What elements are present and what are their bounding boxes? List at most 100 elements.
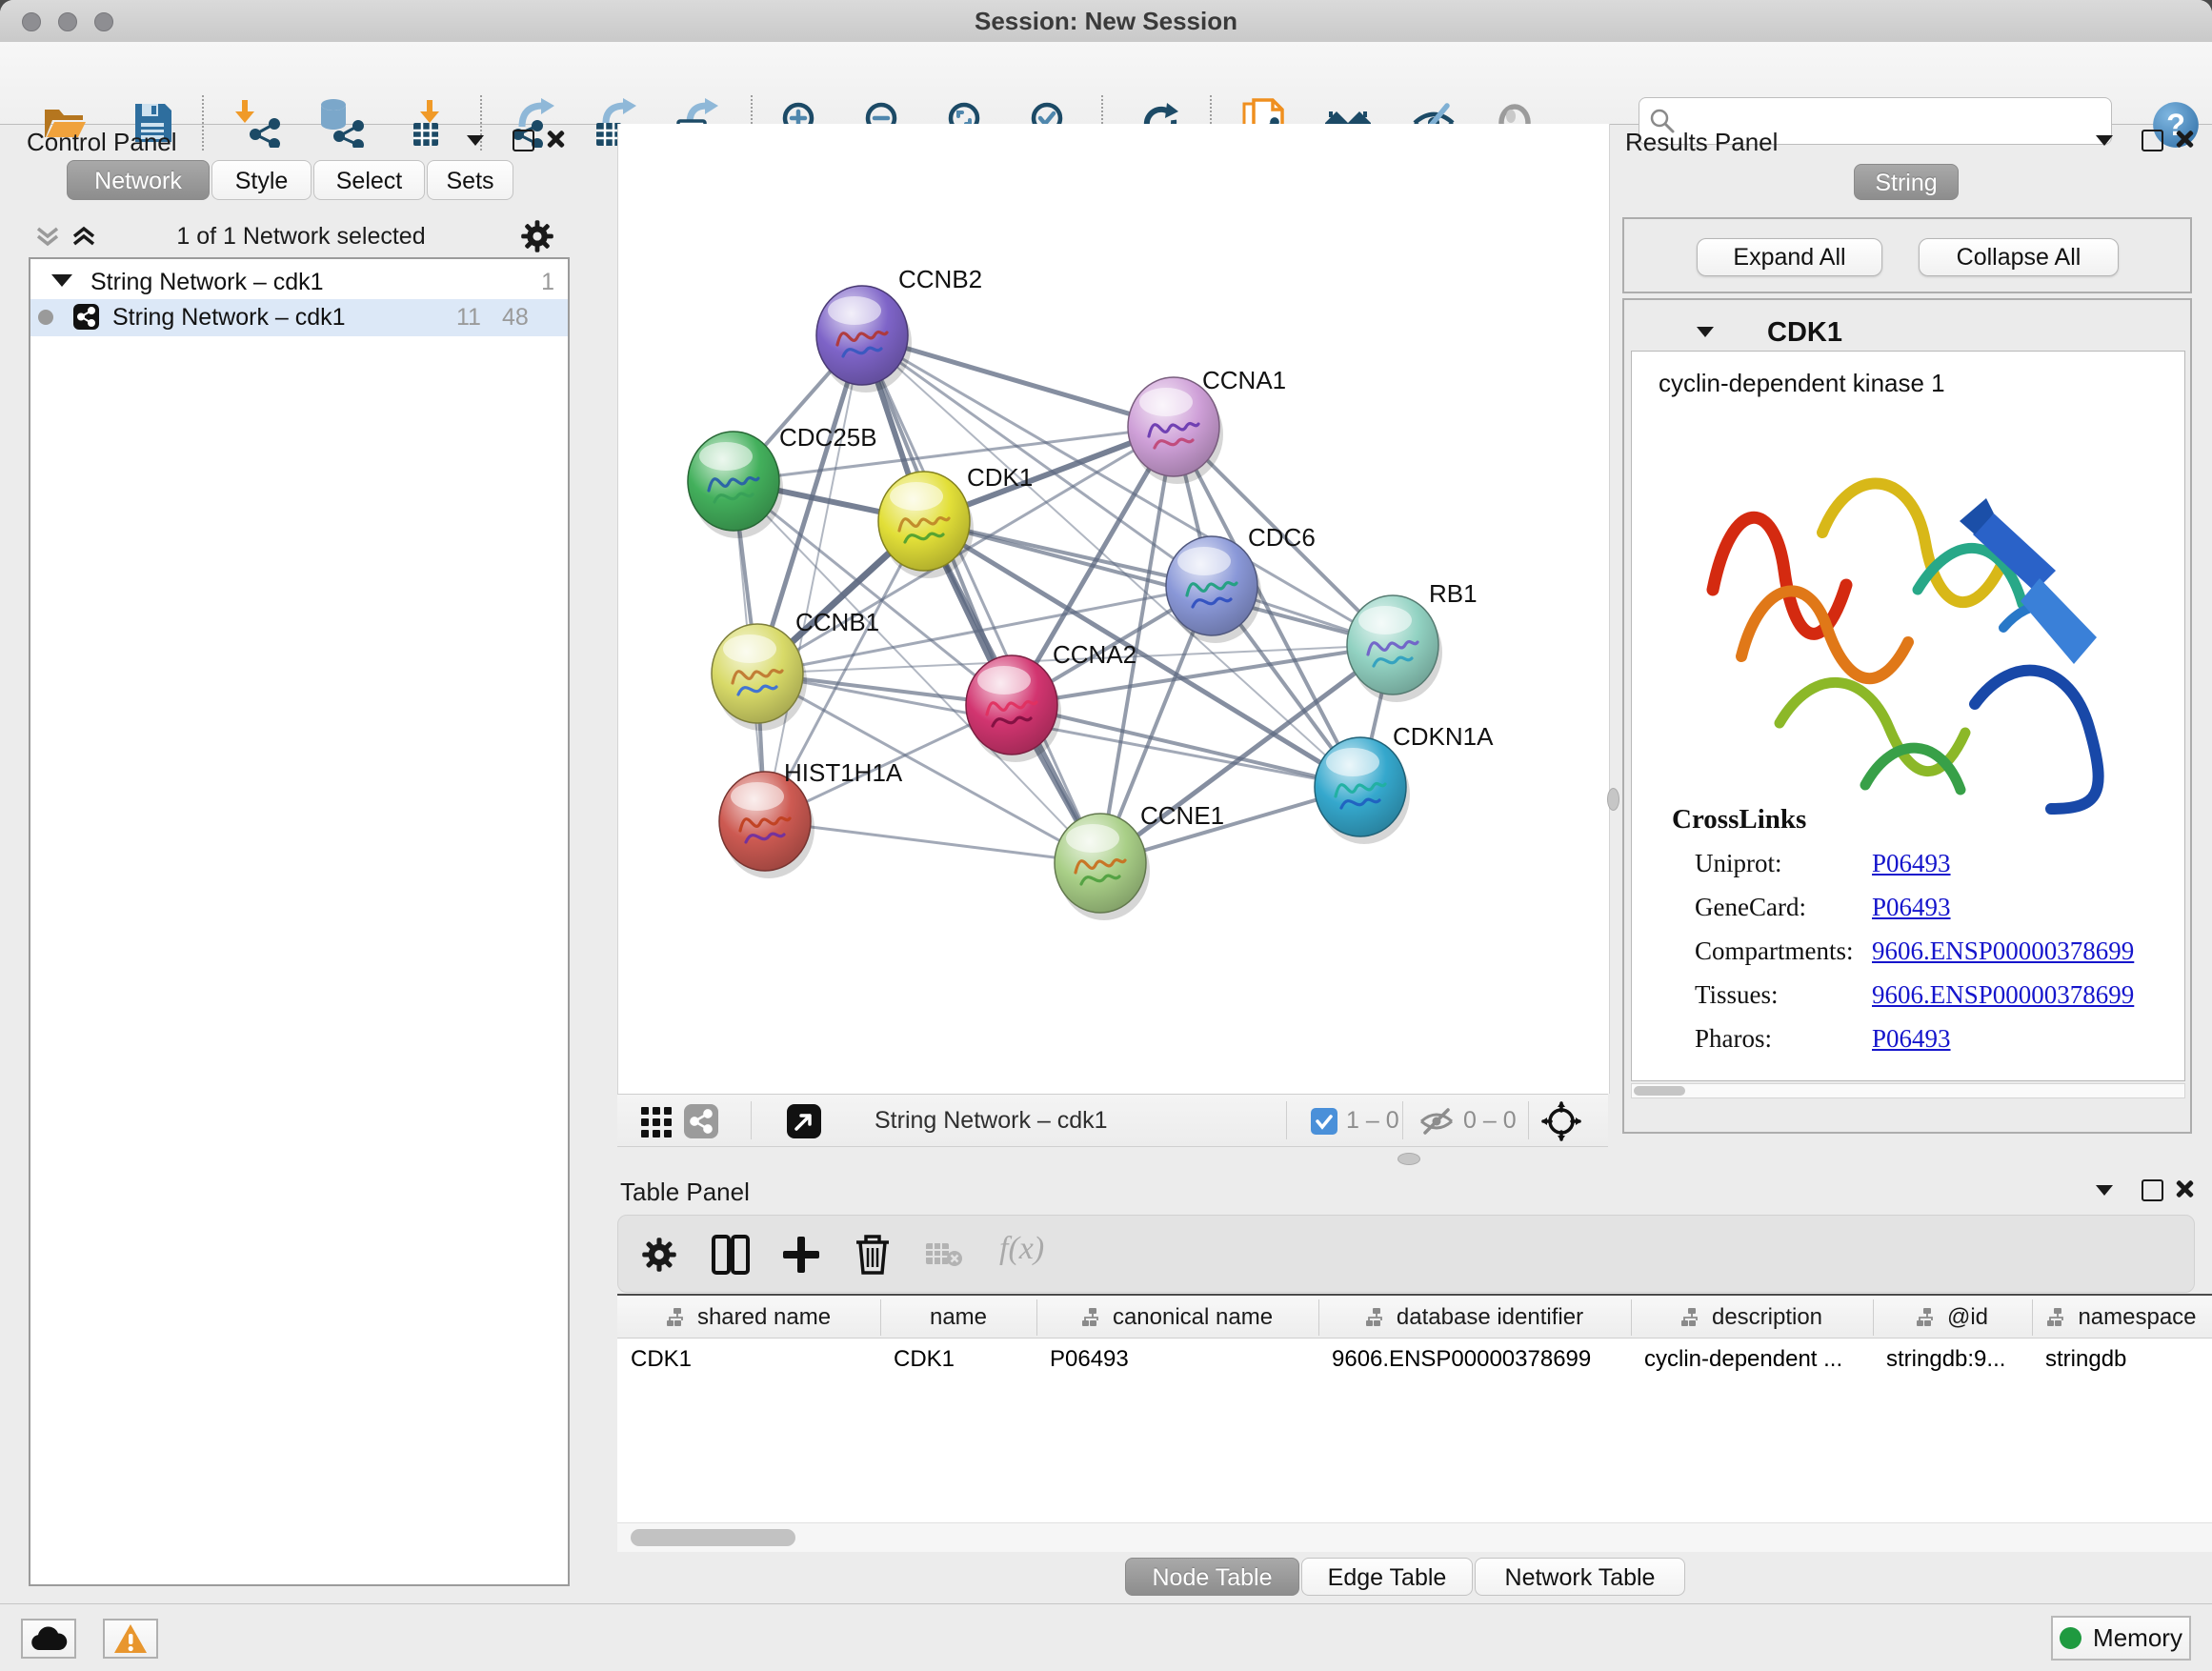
node-label: CCNB1 bbox=[795, 608, 879, 636]
table-cell[interactable]: stringdb:9... bbox=[1886, 1346, 2028, 1379]
import-network-icon[interactable] bbox=[234, 98, 284, 148]
function-builder-icon: f(x) bbox=[999, 1231, 1044, 1267]
protein-structure-image bbox=[1689, 409, 2137, 847]
tab-node-table[interactable]: Node Table bbox=[1125, 1558, 1299, 1596]
column-type-icon bbox=[1917, 1308, 1938, 1327]
crosslink-value[interactable]: 9606.ENSP00000378699 bbox=[1872, 936, 2134, 966]
table-scrollbar-thumb[interactable] bbox=[631, 1529, 795, 1546]
title-bar: Session: New Session bbox=[0, 0, 2212, 43]
table-cell[interactable]: cyclin-dependent ... bbox=[1644, 1346, 1869, 1379]
table-options-gear-icon[interactable] bbox=[641, 1237, 677, 1273]
table-panel-close-icon[interactable] bbox=[2174, 1178, 2195, 1204]
column-header-name[interactable]: name bbox=[880, 1296, 1036, 1339]
tab-network-table[interactable]: Network Table bbox=[1475, 1558, 1685, 1596]
control-panel-close-icon[interactable] bbox=[545, 129, 566, 154]
network-collection-count: 1 bbox=[541, 269, 554, 296]
column-header-namespace[interactable]: namespace bbox=[2032, 1296, 2212, 1339]
import-database-icon[interactable] bbox=[316, 98, 366, 148]
column-header-description[interactable]: description bbox=[1631, 1296, 1873, 1339]
status-bar: Memory bbox=[0, 1603, 2212, 1671]
delete-column-icon[interactable] bbox=[855, 1234, 891, 1276]
selected-nodes-checkbox-icon[interactable] bbox=[1311, 1108, 1337, 1135]
tab-style[interactable]: Style bbox=[211, 160, 312, 200]
table-cell[interactable]: P06493 bbox=[1050, 1346, 1315, 1379]
application-window: Session: New Session ? Control Panel bbox=[0, 0, 2212, 1671]
network-canvas[interactable]: CCNB2CCNA1CDC25BCDK1CDC6RB1CCNB1CCNA2CDK… bbox=[617, 124, 1608, 1094]
horizontal-splitter-handle[interactable] bbox=[1398, 1153, 1420, 1165]
node-label: CDK1 bbox=[967, 463, 1033, 492]
network-selection-status: 1 of 1 Network selected bbox=[114, 223, 488, 251]
show-columns-icon[interactable] bbox=[712, 1235, 750, 1275]
memory-button[interactable]: Memory bbox=[2051, 1616, 2191, 1661]
warnings-button[interactable] bbox=[103, 1619, 158, 1659]
results-buttons-box: Expand All Collapse All bbox=[1622, 217, 2192, 293]
string-network-icon bbox=[73, 304, 99, 330]
table-cell[interactable]: CDK1 bbox=[631, 1346, 876, 1379]
control-panel-title: Control Panel bbox=[27, 128, 177, 157]
network-row-label: String Network – cdk1 bbox=[112, 304, 346, 332]
results-scrollbar-track[interactable] bbox=[1631, 1083, 2185, 1098]
import-table-icon[interactable] bbox=[404, 98, 453, 148]
crosslink-value[interactable]: P06493 bbox=[1872, 1024, 1951, 1054]
create-column-icon[interactable] bbox=[782, 1235, 820, 1275]
network-collection-row[interactable]: String Network – cdk1 1 bbox=[30, 265, 568, 300]
network-options-gear-icon[interactable] bbox=[520, 219, 554, 253]
birds-eye-view-icon[interactable] bbox=[787, 1104, 821, 1138]
view-network-icon[interactable] bbox=[684, 1104, 718, 1138]
collapse-all-networks-icon[interactable] bbox=[32, 221, 63, 252]
tab-network[interactable]: Network bbox=[67, 160, 210, 200]
column-header-database-identifier[interactable]: database identifier bbox=[1318, 1296, 1631, 1339]
navigator-crosshair-icon[interactable] bbox=[1541, 1101, 1581, 1141]
results-panel-menu-icon[interactable] bbox=[2096, 133, 2113, 151]
table-cell[interactable]: CDK1 bbox=[894, 1346, 1033, 1379]
table-cell[interactable]: 9606.ENSP00000378699 bbox=[1332, 1346, 1627, 1379]
node-label: CCNE1 bbox=[1140, 801, 1224, 830]
table-scrollbar-track[interactable] bbox=[617, 1522, 2212, 1552]
disclosure-triangle-icon[interactable] bbox=[51, 274, 72, 287]
tab-string[interactable]: String bbox=[1854, 164, 1959, 200]
control-panel-float-icon[interactable] bbox=[513, 130, 534, 156]
table-cell[interactable]: stringdb bbox=[2045, 1346, 2208, 1379]
memory-label: Memory bbox=[2093, 1623, 2182, 1653]
network-edge-count: 48 bbox=[502, 304, 529, 332]
selected-count: 1 – 0 bbox=[1346, 1107, 1399, 1135]
vertical-splitter-handle[interactable] bbox=[1607, 788, 1619, 811]
table-panel-float-icon[interactable] bbox=[2142, 1179, 2163, 1206]
results-scrollbar-thumb[interactable] bbox=[1634, 1086, 1685, 1096]
column-header-shared-name[interactable]: shared name bbox=[617, 1296, 880, 1339]
node-label: CDKN1A bbox=[1393, 722, 1494, 751]
control-panel-menu-icon[interactable] bbox=[467, 133, 484, 151]
column-type-icon bbox=[2047, 1308, 2068, 1327]
crosslink-value[interactable]: 9606.ENSP00000378699 bbox=[1872, 980, 2134, 1010]
network-row-selected[interactable]: String Network – cdk1 11 48 bbox=[30, 299, 568, 336]
results-panel-float-icon[interactable] bbox=[2142, 130, 2163, 156]
hidden-count: 0 – 0 bbox=[1463, 1107, 1517, 1135]
cloud-button[interactable] bbox=[21, 1619, 76, 1659]
crosslink-value[interactable]: P06493 bbox=[1872, 893, 1951, 922]
column-header-canonical-name[interactable]: canonical name bbox=[1036, 1296, 1318, 1339]
collapse-all-button[interactable]: Collapse All bbox=[1919, 238, 2119, 276]
toolbar-separator bbox=[202, 95, 204, 151]
gene-disclosure-icon[interactable] bbox=[1697, 327, 1714, 337]
tab-edge-table[interactable]: Edge Table bbox=[1301, 1558, 1473, 1596]
crosslinks-heading: CrossLinks bbox=[1672, 804, 1806, 836]
current-view-dot-icon bbox=[38, 310, 53, 325]
node-label: CCNA1 bbox=[1202, 366, 1286, 394]
column-type-icon bbox=[667, 1308, 688, 1327]
expand-all-networks-icon[interactable] bbox=[69, 221, 99, 252]
column-type-icon bbox=[1366, 1308, 1387, 1327]
tab-select[interactable]: Select bbox=[313, 160, 425, 200]
node-label: CCNA2 bbox=[1053, 640, 1136, 669]
crosslink-value[interactable]: P06493 bbox=[1872, 849, 1951, 878]
expand-all-button[interactable]: Expand All bbox=[1697, 238, 1882, 276]
window-title: Session: New Session bbox=[0, 0, 2212, 42]
results-panel-close-icon[interactable] bbox=[2174, 129, 2195, 154]
tab-sets[interactable]: Sets bbox=[427, 160, 513, 200]
table-panel-menu-icon[interactable] bbox=[2096, 1183, 2113, 1200]
table-body[interactable]: CDK1 CDK1 P06493 9606.ENSP00000378699 cyclin… bbox=[617, 1339, 2212, 1522]
network-tree: String Network – cdk1 1 String Network –… bbox=[29, 257, 570, 1586]
view-grid-icon[interactable] bbox=[640, 1106, 673, 1138]
node-label: CDC25B bbox=[779, 423, 877, 452]
table-header-row: shared namenamecanonical namedatabase id… bbox=[617, 1294, 2212, 1339]
column-header--id[interactable]: @id bbox=[1873, 1296, 2032, 1339]
